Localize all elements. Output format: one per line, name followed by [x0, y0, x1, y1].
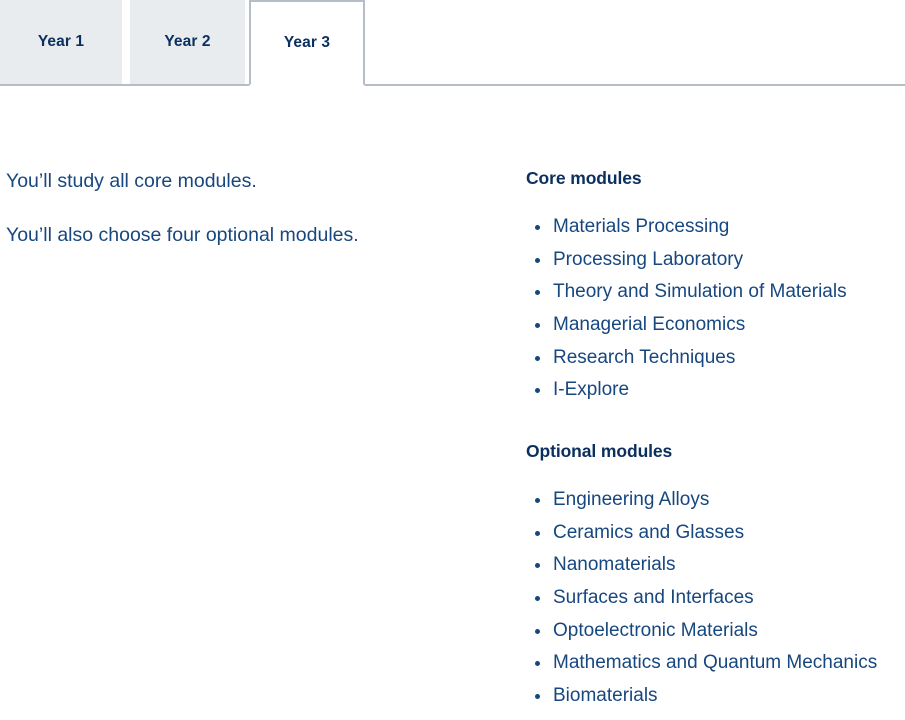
optional-modules-section: Optional modules Engineering Alloys Cera…: [526, 441, 905, 713]
core-modules-list: Materials Processing Processing Laborato…: [526, 211, 905, 407]
list-item: I-Explore: [526, 374, 905, 407]
list-item: Theory and Simulation of Materials: [526, 276, 905, 309]
list-item: Biomaterials: [526, 680, 905, 713]
tab-year-3[interactable]: Year 3: [249, 0, 365, 86]
optional-modules-list: Engineering Alloys Ceramics and Glasses …: [526, 484, 905, 713]
tab-year-2-label: Year 2: [164, 33, 211, 50]
year-tabs: Year 1 Year 2 Year 3: [0, 0, 905, 86]
tab-year-3-label: Year 3: [283, 34, 331, 51]
tabstrip-divider: [0, 84, 905, 86]
tab-year-1-label: Year 1: [37, 33, 85, 50]
tab-year-1[interactable]: Year 1: [0, 0, 122, 84]
list-item: Mathematics and Quantum Mechanics: [526, 647, 905, 680]
list-item: Surfaces and Interfaces: [526, 582, 905, 615]
list-item: Research Techniques: [526, 342, 905, 375]
tab-year-2[interactable]: Year 2: [130, 0, 245, 84]
core-modules-heading: Core modules: [526, 168, 642, 188]
intro-paragraph-optional: You’ll also choose four optional modules…: [6, 224, 359, 247]
intro-text-column: You’ll study all core modules. You’ll al…: [6, 168, 476, 277]
optional-modules-heading: Optional modules: [526, 441, 673, 462]
modules-column: Core modules Materials Processing Proces…: [526, 168, 905, 713]
list-item: Managerial Economics: [526, 309, 905, 342]
list-item: Processing Laboratory: [526, 244, 905, 277]
core-modules-section: Core modules Materials Processing Proces…: [526, 168, 905, 407]
list-item: Nanomaterials: [526, 549, 905, 582]
list-item: Engineering Alloys: [526, 484, 905, 517]
list-item: Materials Processing: [526, 211, 905, 244]
list-item: Optoelectronic Materials: [526, 615, 905, 648]
intro-paragraph-core: You’ll study all core modules.: [6, 170, 257, 192]
list-item: Ceramics and Glasses: [526, 517, 905, 550]
